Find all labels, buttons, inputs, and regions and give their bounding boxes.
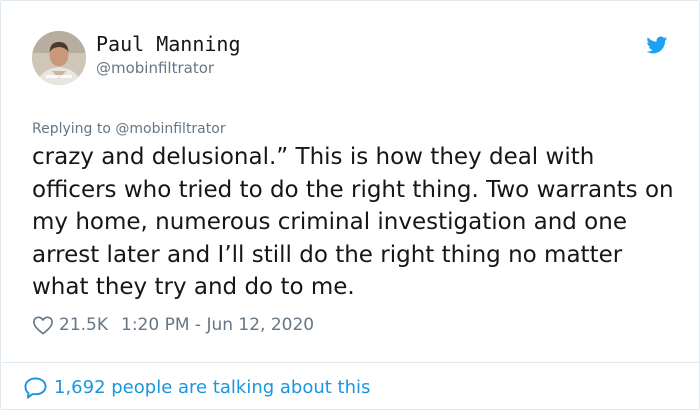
avatar-photo [32, 31, 86, 85]
replying-to[interactable]: Replying to @mobinfiltrator [32, 119, 226, 139]
user-handle[interactable]: @mobinfiltrator [96, 58, 214, 78]
tweet-meta: 21.5K 1:20 PM - Jun 12, 2020 [32, 313, 314, 337]
talking-label: 1,692 people are talking about this [54, 376, 371, 398]
like-count[interactable]: 21.5K [59, 315, 108, 335]
heart-icon[interactable] [32, 315, 54, 335]
display-name[interactable]: Paul Manning [96, 31, 241, 57]
divider [2, 362, 699, 363]
tweet-text: crazy and delusional.” This is how they … [32, 144, 674, 300]
speech-bubble-icon [24, 376, 47, 399]
timestamp[interactable]: 1:20 PM - Jun 12, 2020 [121, 315, 314, 335]
tweet-card: Paul Manning @mobinfiltrator Replying to… [0, 0, 700, 410]
avatar[interactable] [32, 31, 86, 85]
twitter-bird-icon[interactable] [644, 34, 669, 56]
conversation-link[interactable]: 1,692 people are talking about this [23, 374, 370, 400]
